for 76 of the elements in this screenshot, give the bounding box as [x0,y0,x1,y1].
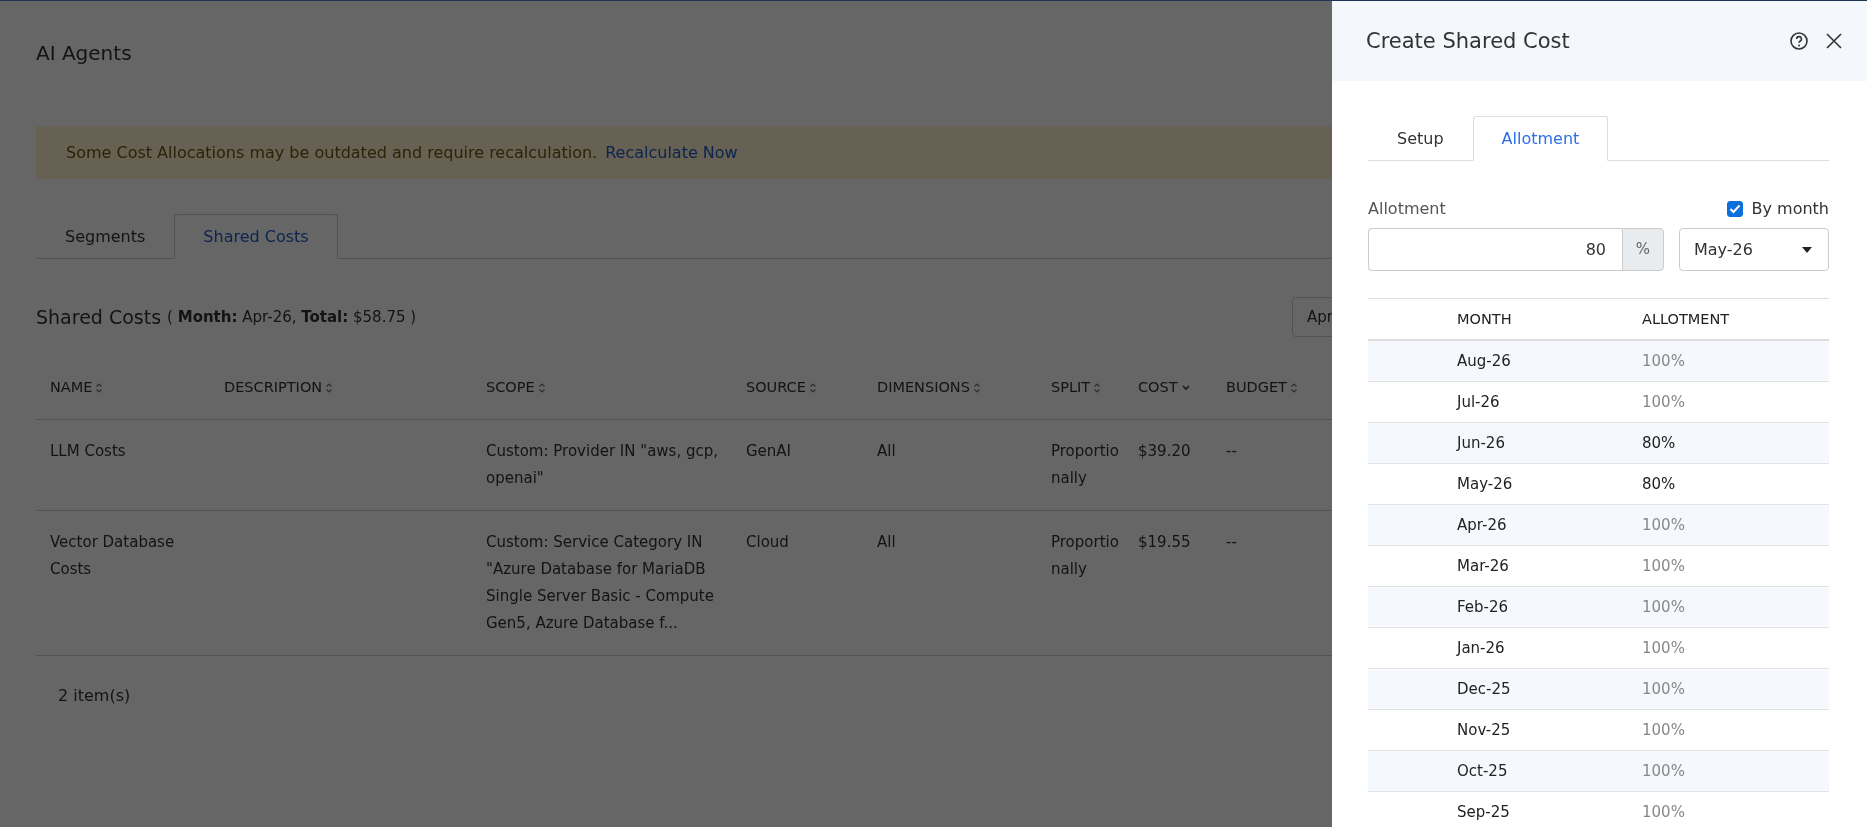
sort-icon[interactable] [325,382,334,394]
table-cell-text: Apr-26 [1457,516,1508,534]
close-icon[interactable] [1825,32,1843,50]
table-cell-text: Oct-25 [1457,762,1509,780]
sort-icon[interactable] [95,382,104,394]
sort-icon[interactable] [808,382,817,394]
sort-icon[interactable] [972,382,981,394]
banner-message: Some Cost Allocations may be outdated and require recalculation. [66,143,598,162]
tab[interactable]: Shared Costs [174,214,338,259]
field-label: Allotment [1368,199,1447,218]
table-cell: 100% [1642,352,1685,370]
table-cell-text: Nov-25 [1457,721,1512,739]
sort-icon[interactable] [537,382,546,394]
table-cell: 100% [1642,393,1685,411]
table-cell: Cloud [746,533,789,551]
table-cell-text: Dec-25 [1457,680,1512,698]
recalculate-link[interactable]: Recalculate Now [605,143,738,162]
panel-title: Create Shared Cost [1366,29,1571,53]
table-cell-text: May-26 [1457,475,1514,493]
table-cell: $19.55 [1138,533,1191,551]
allotment-input[interactable]: 80 [1368,228,1622,271]
table-cell: All [877,533,896,551]
column-header[interactable]: BUDGET [1226,379,1287,395]
column-header[interactable]: NAME [50,379,93,395]
section-title: Shared Costs [36,306,162,328]
column-header: MONTH [1457,311,1513,327]
table-cell: 100% [1642,762,1685,780]
sort-icon[interactable] [1093,382,1102,394]
table-cell: 100% [1642,680,1685,698]
tab[interactable]: Allotment [1472,116,1609,161]
table-cell-text: Aug-26 [1457,352,1512,370]
help-icon[interactable] [1789,31,1809,51]
tab[interactable]: Setup [1368,116,1473,161]
column-header[interactable]: DIMENSIONS [877,379,970,395]
column-header[interactable]: DESCRIPTION [224,379,323,395]
table-cell-text: Feb-26 [1457,598,1510,616]
table-cell: 100% [1642,598,1685,616]
table-cell: 100% [1642,557,1685,575]
table-cell: -- [1226,533,1237,551]
item-count: 2 item(s) [58,686,132,705]
unit-addon: % [1622,228,1664,271]
month-select[interactable]: May-26 [1679,228,1829,271]
sort-icon[interactable] [1290,382,1298,394]
table-cell: 80% [1642,475,1676,493]
table-cell: Custom: Service Category IN "Azure Database for MariaDB Single Server Basic - Compute Gen5, Azure Database f... [486,533,714,632]
table-cell: LLM Costs [50,442,126,460]
chevron-down-icon[interactable] [1180,384,1191,392]
table-cell: 100% [1642,639,1685,657]
page-title: AI Agents [36,41,133,67]
table-cell: $39.20 [1138,442,1191,460]
section-summary: ( Month: Apr-26, Total: $58.75 ) [167,308,417,326]
checkbox[interactable] [1726,200,1743,217]
table-cell: Proportionally [1051,442,1119,487]
table-cell: -- [1226,442,1237,460]
table-cell: Vector Database Costs [50,533,175,578]
caret-icon [1802,246,1812,253]
column-header: ALLOTMENT [1642,311,1730,327]
table-cell: 100% [1642,721,1685,739]
table-cell: Proportionally [1051,533,1119,578]
table-cell: GenAI [746,442,792,460]
table-cell-text: Jul-26 [1457,393,1501,411]
table-cell-text: Sep-25 [1457,803,1511,821]
table-cell-text: Jan-26 [1457,639,1506,657]
table-cell: 80% [1642,434,1676,452]
checkbox-label: By month [1751,199,1829,218]
column-header[interactable]: SPLIT [1051,379,1091,395]
column-header[interactable]: SCOPE [486,379,535,395]
table-cell: All [877,442,896,460]
table-cell: 100% [1642,803,1685,821]
table-cell: 100% [1642,516,1685,534]
table-cell-text: Mar-26 [1457,557,1510,575]
column-header[interactable]: SOURCE [746,379,806,395]
table-cell-text: Jun-26 [1457,434,1506,452]
table-cell: Custom: Provider IN "aws, gcp, openai" [486,442,718,487]
tab[interactable]: Segments [36,214,175,259]
column-header[interactable]: COST [1138,379,1178,395]
